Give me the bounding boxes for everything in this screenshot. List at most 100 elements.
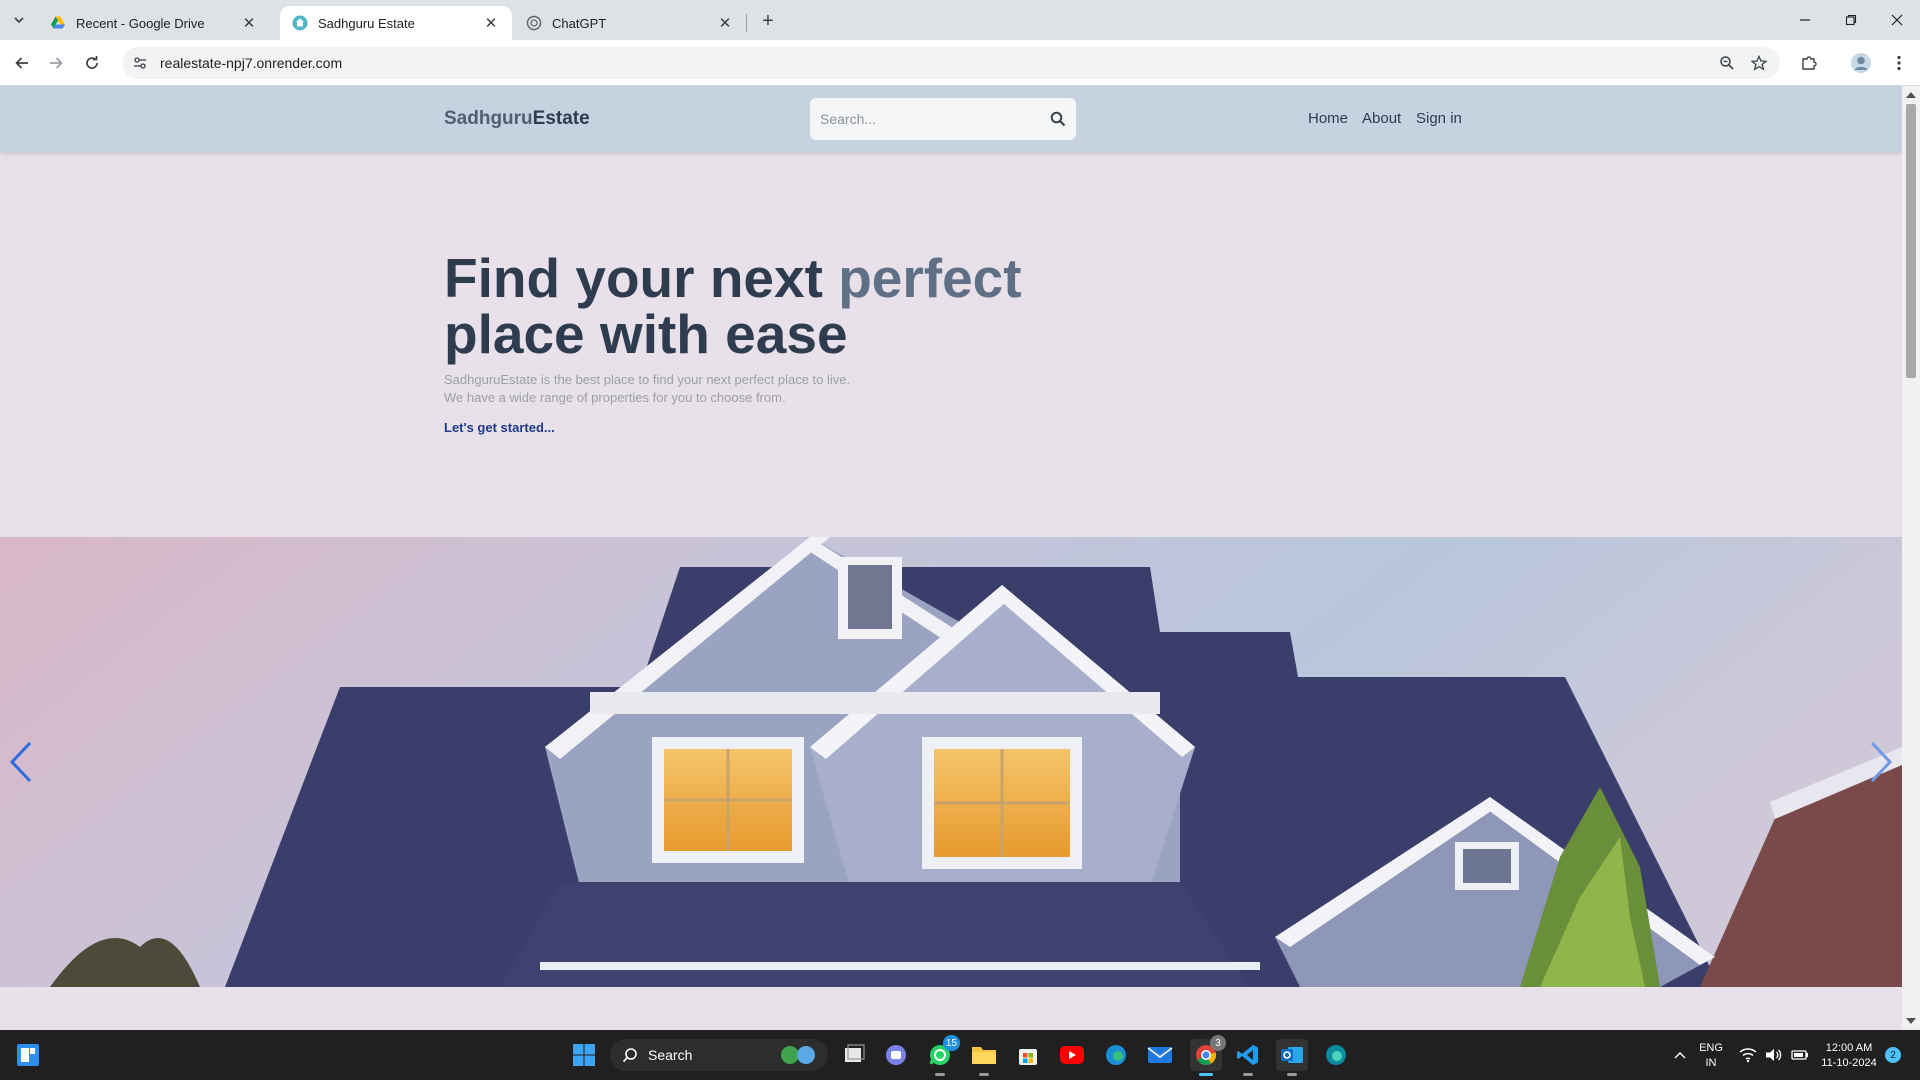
zoom-button[interactable]	[1712, 48, 1742, 78]
more-vertical-icon	[1897, 55, 1901, 71]
minimize-icon	[1800, 19, 1810, 21]
minimize-button[interactable]	[1782, 0, 1828, 40]
hero-subtitle: SadhguruEstate is the best place to find…	[444, 371, 850, 407]
hero-title: Find your next perfect place with ease	[444, 250, 1022, 362]
tab-sadhguru-estate[interactable]: Sadhguru Estate ✕	[280, 6, 512, 40]
notification-center-button[interactable]: 2	[1882, 1039, 1904, 1071]
scroll-down-arrow[interactable]	[1906, 1018, 1916, 1024]
menu-button[interactable]	[1884, 48, 1914, 78]
outlook-icon	[1281, 1047, 1303, 1063]
restore-button[interactable]	[1828, 0, 1874, 40]
hero-subtitle-line-1: SadhguruEstate is the best place to find…	[444, 372, 851, 387]
edge-dev-button[interactable]	[1320, 1039, 1352, 1071]
arrow-left-icon	[15, 57, 28, 69]
address-bar[interactable]: realestate-npj7.onrender.com	[122, 47, 1780, 79]
site-logo[interactable]: SadhguruEstate	[444, 108, 590, 130]
start-button[interactable]	[568, 1039, 600, 1071]
search-icon	[622, 1048, 637, 1063]
search-icon[interactable]	[1050, 111, 1066, 127]
mail-icon	[1147, 1047, 1173, 1063]
clock-date: 11-10-2024	[1821, 1057, 1877, 1069]
edge-dev-icon	[1326, 1045, 1346, 1065]
forward-button[interactable]	[42, 49, 70, 77]
search-input[interactable]	[820, 111, 1050, 127]
nav-about[interactable]: About	[1362, 110, 1401, 127]
extensions-button[interactable]	[1794, 48, 1824, 78]
arrow-right-icon	[50, 57, 63, 69]
chevron-right-icon[interactable]	[1860, 737, 1900, 787]
store-icon	[1019, 1049, 1037, 1065]
scroll-thumb[interactable]	[1906, 104, 1916, 378]
url-text: realestate-npj7.onrender.com	[160, 55, 343, 71]
image-slider	[0, 537, 1902, 987]
tab-title: ChatGPT	[552, 15, 607, 31]
language-indicator[interactable]: ENG IN	[1694, 1041, 1728, 1071]
restore-icon	[1845, 14, 1857, 26]
volume-icon	[1766, 1049, 1782, 1061]
edge-button[interactable]	[1100, 1039, 1132, 1071]
get-started-link[interactable]: Let's get started...	[444, 420, 555, 435]
scroll-up-arrow[interactable]	[1906, 92, 1916, 98]
taskbar-search[interactable]: Search	[610, 1039, 828, 1071]
teams-icon	[886, 1045, 906, 1065]
close-icon	[1891, 14, 1903, 26]
new-tab-button[interactable]: +	[756, 9, 780, 33]
puzzle-icon	[1802, 56, 1817, 70]
google-drive-icon	[51, 16, 65, 29]
hero-title-part-1: Find your next	[444, 247, 839, 309]
nav-sign-in[interactable]: Sign in	[1416, 110, 1462, 127]
close-icon[interactable]: ✕	[716, 14, 734, 32]
mail-button[interactable]	[1144, 1039, 1176, 1071]
tab-search-button[interactable]	[6, 8, 32, 32]
running-indicator	[979, 1073, 989, 1076]
tab-chatgpt[interactable]: ChatGPT ✕	[514, 6, 746, 40]
hero-title-accent: perfect	[838, 247, 1022, 309]
folder-icon	[972, 1047, 996, 1064]
reload-button[interactable]	[78, 49, 106, 77]
close-icon[interactable]: ✕	[240, 14, 258, 32]
close-window-button[interactable]	[1874, 0, 1920, 40]
tab-google-drive[interactable]: Recent - Google Drive ✕	[38, 6, 270, 40]
whatsapp-button[interactable]: 15	[924, 1035, 960, 1076]
chevron-left-icon[interactable]	[2, 737, 42, 787]
file-explorer-button[interactable]	[968, 1039, 1000, 1076]
bookmark-button[interactable]	[1744, 48, 1774, 78]
tab-divider	[746, 14, 747, 32]
vscode-icon	[1237, 1045, 1258, 1065]
chrome-button[interactable]: 3	[1190, 1035, 1226, 1076]
edge-icon	[1106, 1045, 1126, 1065]
tab-title: Recent - Google Drive	[76, 15, 205, 31]
whatsapp-badge: 15	[942, 1035, 960, 1051]
running-indicator	[935, 1073, 945, 1076]
site-info-icon[interactable]	[132, 55, 148, 71]
battery-icon	[1791, 1050, 1808, 1060]
nav-home[interactable]: Home	[1308, 110, 1348, 127]
hero-title-part-2: place with ease	[444, 303, 848, 365]
page-scrollbar[interactable]	[1902, 86, 1920, 1030]
avatar	[1851, 53, 1871, 73]
vscode-button[interactable]	[1232, 1039, 1264, 1076]
close-icon[interactable]: ✕	[482, 14, 500, 32]
reload-icon	[86, 56, 98, 69]
store-button[interactable]	[1012, 1039, 1044, 1071]
site-icon	[292, 15, 308, 31]
outlook-button[interactable]	[1276, 1039, 1308, 1076]
running-indicator	[1287, 1073, 1297, 1076]
youtube-button[interactable]	[1056, 1039, 1088, 1071]
zoom-icon	[1720, 56, 1734, 70]
profile-button[interactable]	[1846, 48, 1876, 78]
youtube-icon	[1060, 1046, 1084, 1064]
quick-settings-button[interactable]	[1732, 1039, 1816, 1071]
windows-taskbar: Search 15 3 ENG IN 12:00 AM 11-10-2024 2	[0, 1030, 1920, 1080]
widgets-button[interactable]	[12, 1039, 44, 1071]
back-button[interactable]	[8, 49, 36, 77]
clock-time: 12:00 AM	[1825, 1042, 1873, 1054]
show-hidden-icons-button[interactable]	[1664, 1039, 1696, 1071]
house-photo	[0, 537, 1902, 987]
clock[interactable]: 12:00 AM 11-10-2024	[1814, 1041, 1884, 1071]
chevron-up-icon	[1674, 1052, 1686, 1059]
browser-toolbar: realestate-npj7.onrender.com	[0, 40, 1920, 86]
teams-button[interactable]	[880, 1039, 912, 1071]
task-view-button[interactable]	[838, 1039, 870, 1071]
star-icon	[1751, 55, 1767, 71]
